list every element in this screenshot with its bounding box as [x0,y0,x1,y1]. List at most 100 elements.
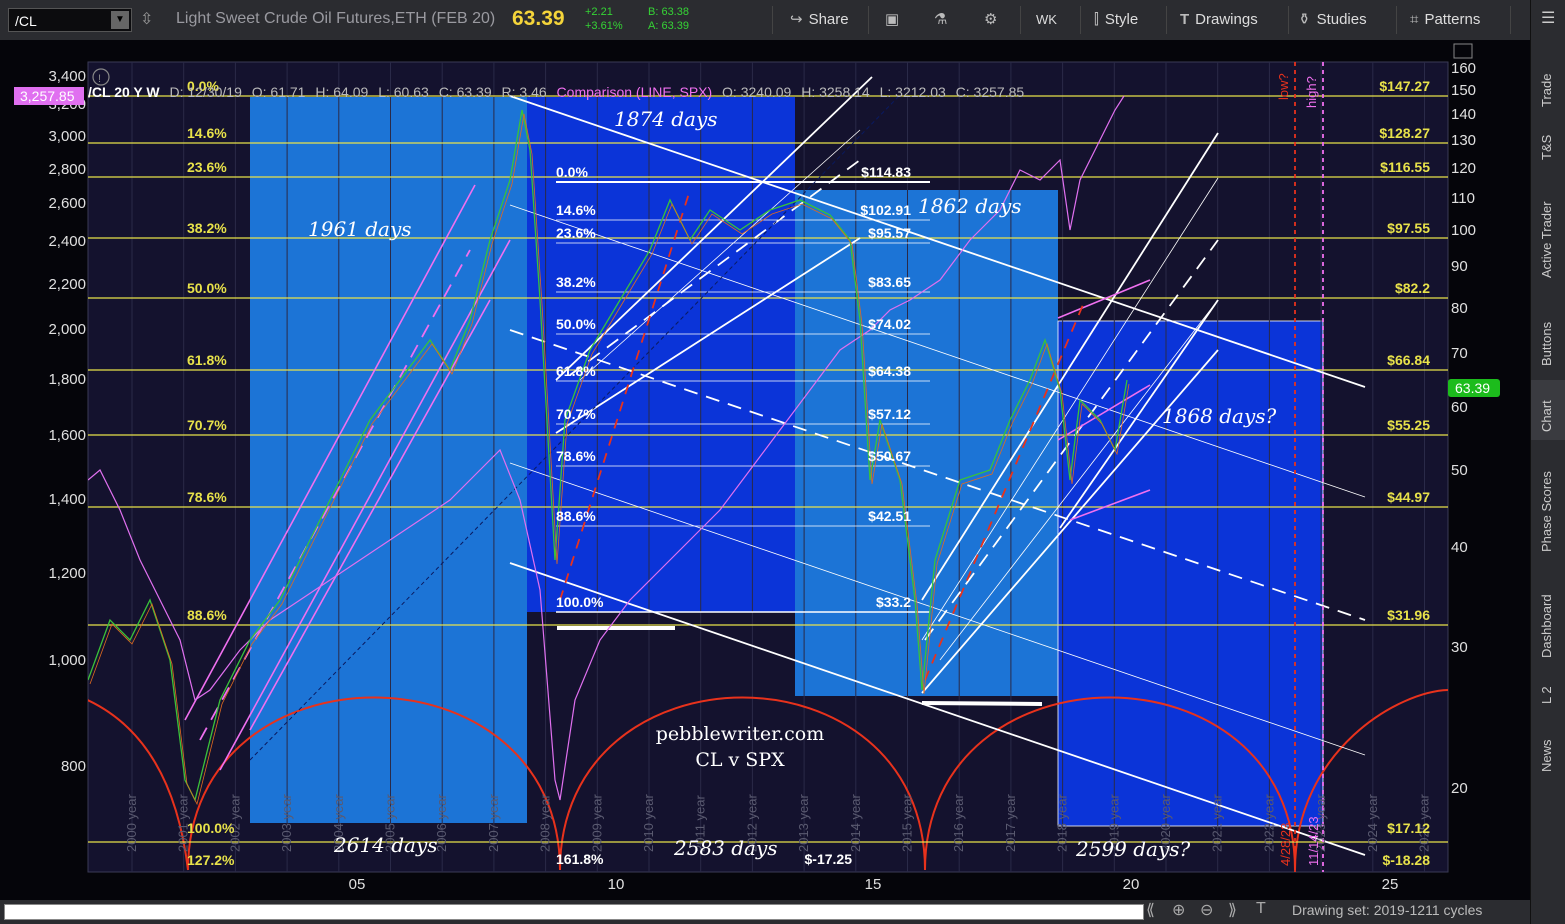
instrument-title: Light Sweet Crude Oil Futures,ETH (FEB 2… [176,10,496,27]
left-axis-tick: 1,800 [48,371,86,388]
share-icon: ↪ [790,11,803,28]
left-axis-tick: 1,600 [48,427,86,444]
year-label: 2015 year [900,794,915,852]
left-axis-tick: 3,000 [48,128,86,145]
year-label: 2022 year [1261,794,1276,852]
text-tool-icon: T [1180,11,1190,28]
fib-small-pct: 23.6% [556,225,596,241]
x-axis-tick: 20 [1123,876,1140,893]
x-axis-tick: 10 [608,876,625,893]
tab-active-trader[interactable]: Active Trader [1531,180,1565,280]
right-side-panel: ☰ Trade T&S Active Trader Buttons Chart … [1530,0,1565,924]
fib-small-price: $-17.25 [805,851,853,867]
settings-button[interactable]: ⚙ [984,0,1003,40]
tab-dashboard[interactable]: Dashboard [1531,570,1565,660]
drawing-text-icon[interactable]: T [1256,900,1266,920]
year-label: 2021 year [1210,794,1225,852]
fib-big-price: $116.55 [1380,159,1430,175]
x-axis: 05 10 15 20 25 [349,876,1399,893]
left-axis-tick: 2,600 [48,195,86,212]
fib-big-price: $44.97 [1387,489,1430,505]
zoom-icon[interactable]: ⊖ [1200,900,1213,920]
spx-price-tag-text: 3,257.85 [20,88,75,104]
year-label: 2009 year [589,794,604,852]
flask-button[interactable]: ⚗ [934,0,953,40]
fib-big-pct: 70.7% [187,417,227,433]
left-axis-tick: 3,400 [48,68,86,85]
tab-ts[interactable]: T&S [1531,120,1565,170]
fib-small-price: $102.91 [860,202,911,218]
menu-icon[interactable]: ☰ [1531,8,1565,28]
right-axis-tick: 30 [1451,639,1468,656]
fib-small-pct: 50.0% [556,316,596,332]
expand-icon [1453,43,1473,59]
drawing-set-label[interactable]: Drawing set: 2019-1211 cycles [1292,902,1482,918]
patterns-button[interactable]: ⌗ Patterns [1410,0,1480,40]
symbol-input[interactable]: /CL ▼ [8,8,132,32]
scroll-forward-icon[interactable]: ⟫ [1228,900,1237,920]
fib-big-pct: 50.0% [187,280,227,296]
year-label: 2016 year [951,794,966,852]
link-icon[interactable]: ⇳ [140,8,156,32]
year-label: 2008 year [538,794,553,852]
right-axis-tick: 130 [1451,132,1476,149]
year-label: 2003 year [279,794,294,852]
year-label: 2013 year [796,794,811,852]
fib-small-price: $42.51 [868,508,911,524]
left-axis-tick: 2,800 [48,161,86,178]
symbol-dropdown-icon[interactable]: ▼ [111,11,129,29]
fib-small-price: $64.38 [868,363,911,379]
low-label: low? [1276,73,1291,100]
fib-big-pct: 14.6% [187,125,227,141]
fib-big-pct: 127.2% [187,852,235,868]
studies-button[interactable]: ⚱ Studies [1298,0,1367,40]
crosshair-icon[interactable]: ⊕ [1172,900,1185,920]
right-axis-tick: 100 [1451,222,1476,239]
fib-small-price: $57.12 [868,406,911,422]
fib-big-pct: 78.6% [187,489,227,505]
tab-level2[interactable]: L 2 [1531,670,1565,710]
share-button[interactable]: ↪ Share [790,0,849,40]
tab-trade[interactable]: Trade [1531,55,1565,115]
horizontal-scrollbar[interactable] [4,904,1144,920]
drawings-button[interactable]: T Drawings [1180,0,1258,40]
right-axis-tick: 150 [1451,82,1476,99]
fib-big-pct: 100.0% [187,820,235,836]
high-label: high? [1304,76,1319,108]
tab-chart[interactable]: Chart [1531,380,1565,440]
grid-layout-button[interactable]: ▣ [885,0,905,40]
tab-phase-scores[interactable]: Phase Scores [1531,450,1565,560]
grid-icon: ▣ [885,11,900,28]
fib-big-price: $66.84 [1387,352,1430,368]
fib-big-price: $17.12 [1387,820,1430,836]
top-toolbar: /CL ▼ ⇳ Light Sweet Crude Oil Futures,ET… [0,0,1565,41]
fib-big-price: $82.2 [1395,280,1430,296]
fib-small-price: $114.83 [861,164,911,180]
flask-studies-icon: ⚱ [1298,11,1311,28]
high-date-label: 11/14/23 [1306,816,1321,866]
fib-small-pct: 0.0% [556,164,588,180]
timeframe-button[interactable]: WK [1036,0,1057,40]
tab-news[interactable]: News [1531,720,1565,780]
fib-big-price: $97.55 [1387,220,1430,236]
fib-small-price: $33.2 [876,594,911,610]
chart-area[interactable]: 3,4003,2003,0002,8002,6002,4002,2002,000… [0,40,1530,900]
year-label: 2010 year [641,794,656,852]
right-axis-tick: 110 [1451,190,1475,207]
cycle-box-1862 [795,190,1058,696]
right-axis-tick: 40 [1451,539,1468,556]
fib-big-pct: 88.6% [187,607,227,623]
scroll-back-icon[interactable]: ⟪ [1146,900,1155,920]
fib-big-price: $55.25 [1387,417,1430,433]
style-button[interactable]: ⫿ Style [1094,0,1138,40]
cl-price-tag-text: 63.39 [1455,380,1490,396]
price-change: +2.21 +3.61% [585,6,623,32]
left-axis-tick: 800 [61,758,86,775]
chart-id: /CL 20 Y W [88,84,160,100]
fib-small-pct: 100.0% [556,594,604,610]
gear-icon: ⚙ [984,11,998,28]
year-label: 2014 year [848,794,863,852]
chart-subtitle: CL v SPX [695,749,785,771]
tab-buttons[interactable]: Buttons [1531,300,1565,370]
flask-icon: ⚗ [934,11,948,28]
